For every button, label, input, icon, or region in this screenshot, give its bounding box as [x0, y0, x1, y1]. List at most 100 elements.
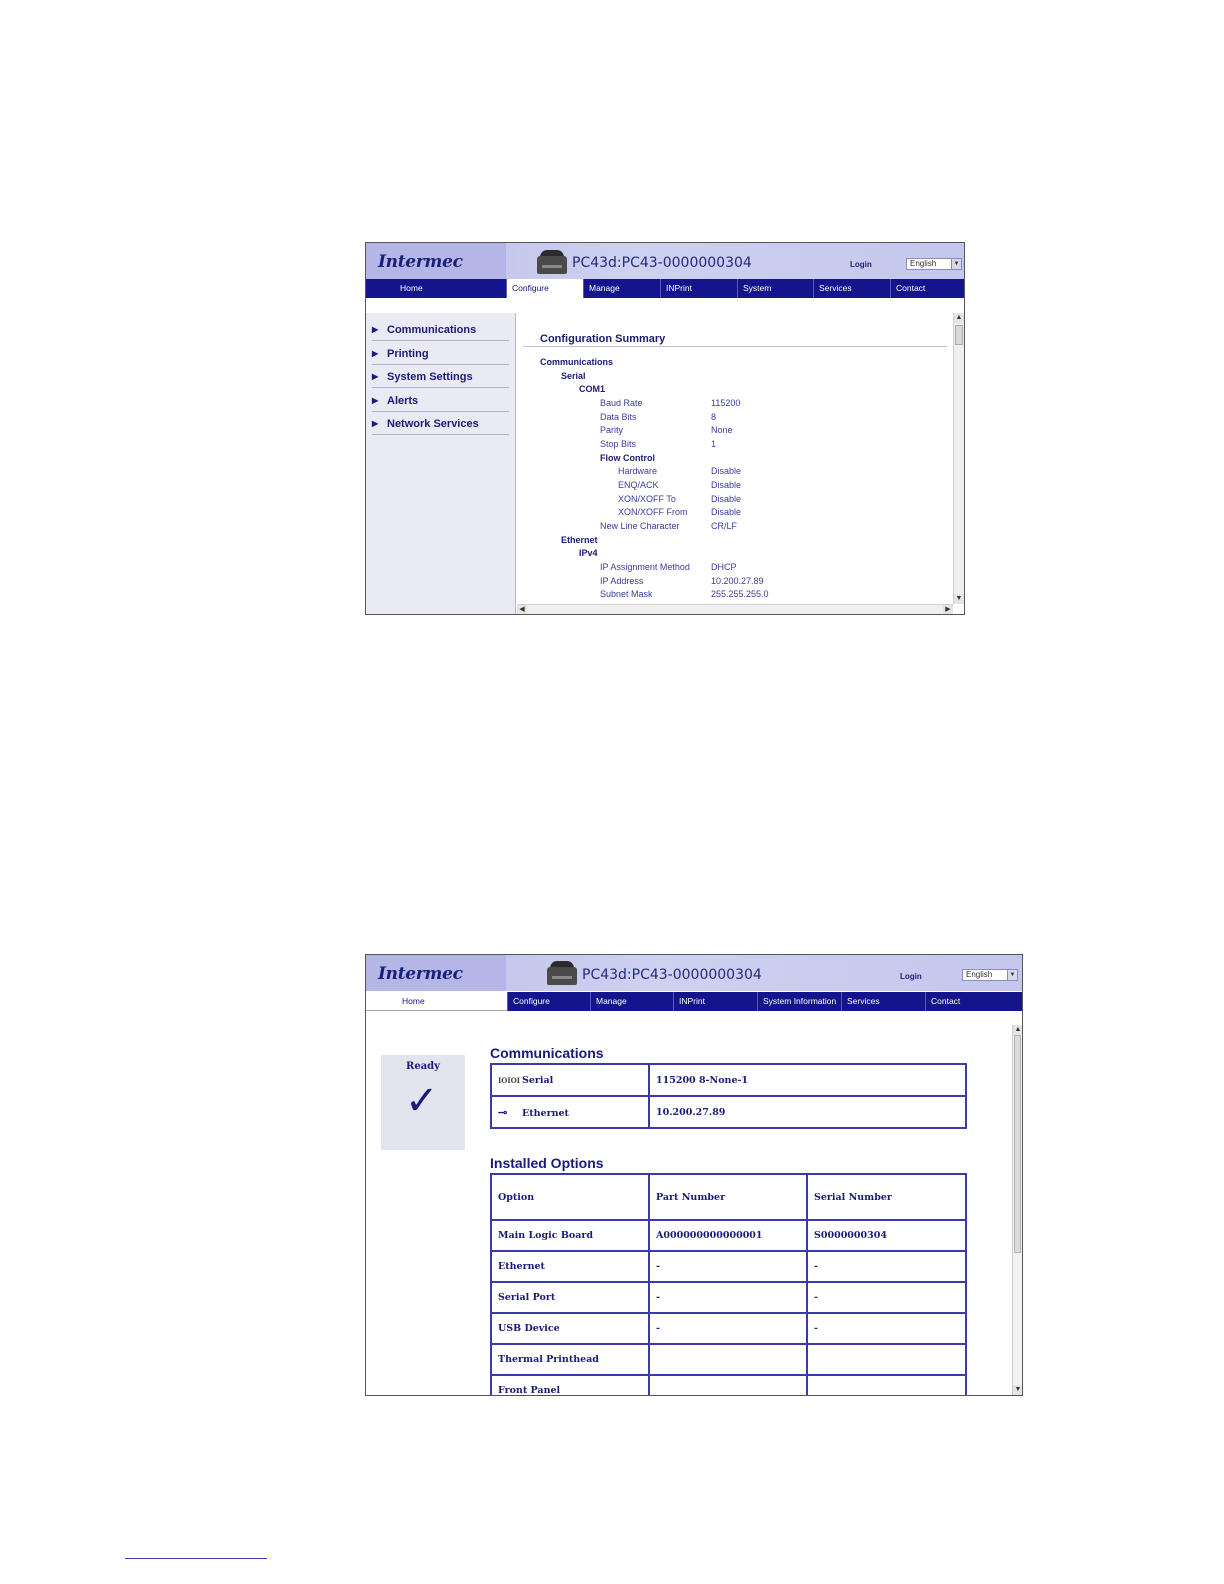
- config-summary-title: Configuration Summary: [540, 333, 666, 345]
- table-row: Ethernet - -: [490, 1250, 967, 1283]
- tab-services[interactable]: Services: [813, 279, 890, 298]
- printer-icon: [546, 960, 578, 986]
- table-row: ⊸ Ethernet 10.200.27.89: [490, 1095, 967, 1129]
- logo-area: Intermec: [366, 243, 506, 279]
- chevron-down-icon: ▼: [951, 259, 961, 269]
- table-row: Front Panel: [490, 1374, 967, 1395]
- option-cell: Ethernet: [490, 1250, 650, 1283]
- logo-area: Intermec: [366, 955, 506, 991]
- table-row: Main Logic Board A000000000000001 S00000…: [490, 1219, 967, 1252]
- scroll-up-icon[interactable]: ▲: [1013, 1025, 1022, 1035]
- config-label: COM1: [579, 384, 606, 394]
- header: Intermec PC43d:PC43-0000000304 Login Eng…: [366, 243, 964, 279]
- scroll-thumb[interactable]: [955, 325, 963, 345]
- comm-name-cell: IOIOI Serial: [490, 1063, 650, 1097]
- tab-manage[interactable]: Manage: [583, 279, 660, 298]
- login-link[interactable]: Login: [850, 260, 872, 269]
- config-label: XON/XOFF To: [618, 494, 676, 504]
- serial-number-cell: -: [806, 1281, 967, 1314]
- scroll-thumb[interactable]: [1014, 1035, 1021, 1253]
- option-cell: Thermal Printhead: [490, 1343, 650, 1376]
- login-link[interactable]: Login: [900, 972, 922, 981]
- expand-arrow-icon: ▶: [372, 396, 379, 405]
- network-icon: ⊸: [498, 1105, 508, 1119]
- language-selected: English: [966, 970, 993, 979]
- serial-number-cell: [806, 1343, 967, 1376]
- vertical-scrollbar[interactable]: ▲ ▼: [953, 313, 964, 604]
- config-label: Hardware: [618, 466, 658, 476]
- horizontal-scrollbar[interactable]: ◀ ▶: [517, 604, 953, 614]
- tab-contact[interactable]: Contact: [890, 279, 964, 298]
- option-cell: USB Device: [490, 1312, 650, 1345]
- scroll-left-icon[interactable]: ◀: [517, 605, 527, 614]
- config-value: 1: [711, 439, 717, 449]
- tab-contact[interactable]: Contact: [925, 992, 1009, 1011]
- tab-inprint[interactable]: INPrint: [673, 992, 757, 1011]
- communications-table: IOIOI Serial 115200 8-None-1 ⊸ Ethernet 10…: [490, 1063, 967, 1129]
- language-select[interactable]: English ▼: [906, 258, 962, 270]
- comm-value: 115200 8-None-1: [648, 1063, 967, 1097]
- tab-home[interactable]: Home: [366, 992, 507, 1011]
- device-title: PC43d:PC43-0000000304: [572, 255, 752, 271]
- config-label: Ethernet: [561, 535, 598, 545]
- comm-name: Ethernet: [522, 1107, 569, 1119]
- comm-name-cell: ⊸ Ethernet: [490, 1095, 650, 1129]
- config-value: Disable: [711, 466, 742, 476]
- tab-system-information[interactable]: System Information: [737, 279, 813, 312]
- installed-options-title: Installed Options: [490, 1155, 604, 1171]
- sidebar-item-communications[interactable]: ▶ Communications: [372, 323, 509, 341]
- sidebar-item-alerts[interactable]: ▶ Alerts: [372, 394, 509, 412]
- expand-arrow-icon: ▶: [372, 349, 379, 358]
- table-row: Serial Port - -: [490, 1281, 967, 1314]
- config-value: Disable: [711, 494, 742, 504]
- tab-manage[interactable]: Manage: [590, 992, 673, 1011]
- tab-services[interactable]: Services: [841, 992, 925, 1011]
- sidebar-item-printing[interactable]: ▶ Printing: [372, 347, 509, 365]
- checkmark-icon: ✓: [405, 1078, 439, 1124]
- sidebar-item-system-settings[interactable]: ▶ System Settings: [372, 370, 509, 388]
- expand-arrow-icon: ▶: [372, 419, 379, 428]
- device-title: PC43d:PC43-0000000304: [582, 967, 762, 983]
- scroll-right-icon[interactable]: ▶: [943, 605, 953, 614]
- part-number-cell: -: [648, 1312, 808, 1345]
- sidebar-item-network-services[interactable]: ▶ Network Services: [372, 417, 509, 435]
- scroll-down-icon[interactable]: ▼: [1013, 1385, 1022, 1395]
- intermec-logo: Intermec: [378, 964, 463, 984]
- column-header: Serial Number: [806, 1173, 967, 1221]
- tab-system-information[interactable]: System Information: [757, 992, 841, 1011]
- table-row: USB Device - -: [490, 1312, 967, 1345]
- serial-number-cell: S0000000304: [806, 1219, 967, 1252]
- config-value: Disable: [711, 507, 742, 517]
- serial-number-cell: [806, 1374, 967, 1395]
- tab-configure[interactable]: Configure: [507, 992, 590, 1011]
- config-value: 115200: [711, 398, 741, 408]
- config-label: XON/XOFF From: [618, 507, 688, 517]
- tab-inprint[interactable]: INPrint: [660, 279, 737, 298]
- chevron-down-icon: ▼: [1007, 970, 1017, 980]
- config-label: Serial: [561, 371, 586, 381]
- vertical-scrollbar[interactable]: ▲ ▼: [1012, 1025, 1022, 1395]
- part-number-cell: -: [648, 1281, 808, 1314]
- expand-arrow-icon: ▶: [372, 325, 379, 334]
- table-row: Thermal Printhead: [490, 1343, 967, 1376]
- scroll-up-icon[interactable]: ▲: [954, 313, 964, 323]
- config-label: Parity: [600, 425, 624, 435]
- header: Intermec PC43d:PC43-0000000304 Login Eng…: [366, 955, 1022, 991]
- tab-home[interactable]: Home: [366, 279, 506, 298]
- config-label: New Line Character: [600, 521, 680, 531]
- option-cell: Serial Port: [490, 1281, 650, 1314]
- part-number-cell: [648, 1343, 808, 1376]
- config-label: Communications: [540, 357, 614, 367]
- table-row: IOIOI Serial 115200 8-None-1: [490, 1063, 967, 1097]
- serial-number-cell: -: [806, 1312, 967, 1345]
- config-label: Subnet Mask: [600, 589, 653, 599]
- config-summary-panel: Configuration Summary Communications Ser…: [517, 313, 953, 604]
- divider: [523, 346, 947, 347]
- scroll-down-icon[interactable]: ▼: [954, 594, 964, 604]
- config-value: 255.255.255.0: [711, 589, 769, 599]
- config-label: ENQ/ACK: [618, 480, 659, 490]
- language-select[interactable]: English ▼: [962, 969, 1018, 981]
- serial-number-cell: -: [806, 1250, 967, 1283]
- tab-configure[interactable]: Configure: [506, 279, 583, 298]
- comm-name: Serial: [522, 1074, 554, 1086]
